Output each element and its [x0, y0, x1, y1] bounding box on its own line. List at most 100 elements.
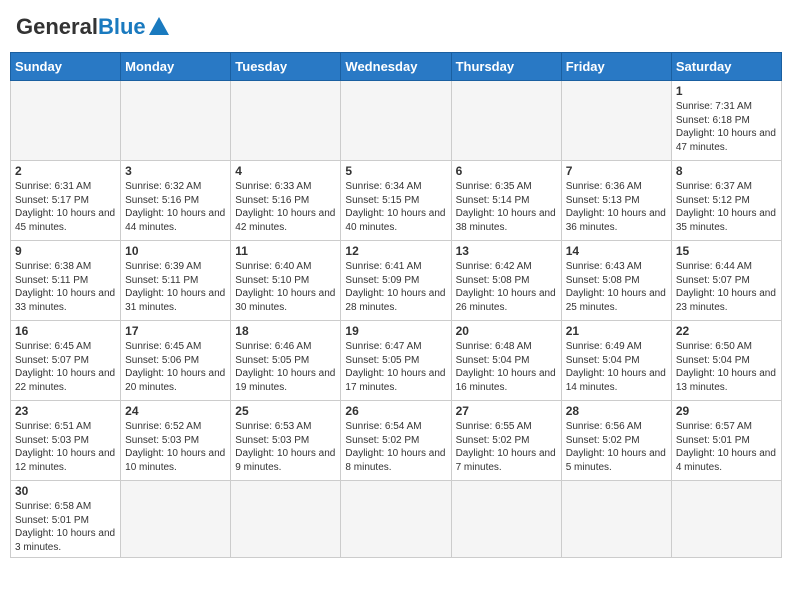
calendar-cell: 7 Sunrise: 6:36 AM Sunset: 5:13 PM Daylig…	[561, 161, 671, 241]
day-info: Sunrise: 6:57 AM Sunset: 5:01 PM Dayligh…	[676, 420, 777, 474]
calendar-cell: 28 Sunrise: 6:56 AM Sunset: 5:02 PM Dayli…	[561, 401, 671, 481]
calendar-cell: 26 Sunrise: 6:54 AM Sunset: 5:02 PM Dayli…	[341, 401, 451, 481]
day-info: Sunrise: 6:48 AM Sunset: 5:04 PM Dayligh…	[456, 340, 557, 394]
calendar-cell	[11, 81, 121, 161]
calendar-cell: 1 Sunrise: 7:31 AM Sunset: 6:18 PM Daylig…	[671, 81, 781, 161]
day-info: Sunrise: 6:58 AM Sunset: 5:01 PM Dayligh…	[15, 500, 116, 554]
day-number: 11	[235, 244, 336, 258]
day-info: Sunrise: 6:52 AM Sunset: 5:03 PM Dayligh…	[125, 420, 226, 474]
calendar-cell: 17Sunrise: 6:45 AM Sunset: 5:06 PM Dayli…	[121, 321, 231, 401]
day-info: Sunrise: 6:44 AM Sunset: 5:07 PM Dayligh…	[676, 260, 777, 314]
day-number: 25	[235, 404, 336, 418]
calendar-cell: 23 Sunrise: 6:51 AM Sunset: 5:03 PM Dayli…	[11, 401, 121, 481]
calendar-week-row: 9Sunrise: 6:38 AM Sunset: 5:11 PM Daylig…	[11, 241, 782, 321]
calendar-cell: 27Sunrise: 6:55 AM Sunset: 5:02 PM Dayli…	[451, 401, 561, 481]
day-info: Sunrise: 6:45 AM Sunset: 5:06 PM Dayligh…	[125, 340, 226, 394]
calendar-cell: 25 Sunrise: 6:53 AM Sunset: 5:03 PM Dayli…	[231, 401, 341, 481]
day-number: 29	[676, 404, 777, 418]
calendar-cell: 11Sunrise: 6:40 AM Sunset: 5:10 PM Dayli…	[231, 241, 341, 321]
day-info: Sunrise: 6:31 AM Sunset: 5:17 PM Dayligh…	[15, 180, 116, 234]
calendar-week-row: 1 Sunrise: 7:31 AM Sunset: 6:18 PM Daylig…	[11, 81, 782, 161]
day-number: 20	[456, 324, 557, 338]
calendar-cell	[231, 481, 341, 558]
calendar-week-row: 23 Sunrise: 6:51 AM Sunset: 5:03 PM Dayli…	[11, 401, 782, 481]
calendar-header-thursday: Thursday	[451, 53, 561, 81]
calendar-cell	[561, 81, 671, 161]
day-info: Sunrise: 6:45 AM Sunset: 5:07 PM Dayligh…	[15, 340, 116, 394]
calendar-cell: 12 Sunrise: 6:41 AM Sunset: 5:09 PM Dayli…	[341, 241, 451, 321]
day-number: 30	[15, 484, 116, 498]
day-info: Sunrise: 6:39 AM Sunset: 5:11 PM Dayligh…	[125, 260, 226, 314]
day-info: Sunrise: 7:31 AM Sunset: 6:18 PM Dayligh…	[676, 100, 777, 154]
logo-triangle-icon	[149, 17, 169, 35]
day-number: 13	[456, 244, 557, 258]
day-info: Sunrise: 6:53 AM Sunset: 5:03 PM Dayligh…	[235, 420, 336, 474]
day-number: 26	[345, 404, 446, 418]
calendar-cell	[671, 481, 781, 558]
day-number: 8	[676, 164, 777, 178]
calendar-cell: 24 Sunrise: 6:52 AM Sunset: 5:03 PM Dayli…	[121, 401, 231, 481]
calendar-header-saturday: Saturday	[671, 53, 781, 81]
calendar-week-row: 16Sunrise: 6:45 AM Sunset: 5:07 PM Dayli…	[11, 321, 782, 401]
day-info: Sunrise: 6:47 AM Sunset: 5:05 PM Dayligh…	[345, 340, 446, 394]
day-number: 3	[125, 164, 226, 178]
day-number: 24	[125, 404, 226, 418]
calendar-cell: 6Sunrise: 6:35 AM Sunset: 5:14 PM Daylig…	[451, 161, 561, 241]
calendar-cell: 8 Sunrise: 6:37 AM Sunset: 5:12 PM Daylig…	[671, 161, 781, 241]
calendar-cell: 21Sunrise: 6:49 AM Sunset: 5:04 PM Dayli…	[561, 321, 671, 401]
calendar-cell: 29 Sunrise: 6:57 AM Sunset: 5:01 PM Dayli…	[671, 401, 781, 481]
day-info: Sunrise: 6:32 AM Sunset: 5:16 PM Dayligh…	[125, 180, 226, 234]
calendar-header-monday: Monday	[121, 53, 231, 81]
day-number: 14	[566, 244, 667, 258]
logo-general-text: General	[16, 14, 98, 40]
calendar-cell	[451, 481, 561, 558]
calendar-header-sunday: Sunday	[11, 53, 121, 81]
day-info: Sunrise: 6:49 AM Sunset: 5:04 PM Dayligh…	[566, 340, 667, 394]
calendar-header-wednesday: Wednesday	[341, 53, 451, 81]
day-info: Sunrise: 6:50 AM Sunset: 5:04 PM Dayligh…	[676, 340, 777, 394]
day-number: 4	[235, 164, 336, 178]
logo: General Blue	[16, 14, 169, 40]
day-number: 12	[345, 244, 446, 258]
calendar-cell: 22 Sunrise: 6:50 AM Sunset: 5:04 PM Dayli…	[671, 321, 781, 401]
day-info: Sunrise: 6:37 AM Sunset: 5:12 PM Dayligh…	[676, 180, 777, 234]
day-number: 23	[15, 404, 116, 418]
day-number: 1	[676, 84, 777, 98]
day-number: 7	[566, 164, 667, 178]
day-info: Sunrise: 6:41 AM Sunset: 5:09 PM Dayligh…	[345, 260, 446, 314]
day-info: Sunrise: 6:55 AM Sunset: 5:02 PM Dayligh…	[456, 420, 557, 474]
day-number: 18	[235, 324, 336, 338]
day-info: Sunrise: 6:43 AM Sunset: 5:08 PM Dayligh…	[566, 260, 667, 314]
calendar-cell: 9Sunrise: 6:38 AM Sunset: 5:11 PM Daylig…	[11, 241, 121, 321]
calendar-cell: 14 Sunrise: 6:43 AM Sunset: 5:08 PM Dayli…	[561, 241, 671, 321]
day-number: 28	[566, 404, 667, 418]
day-info: Sunrise: 6:56 AM Sunset: 5:02 PM Dayligh…	[566, 420, 667, 474]
day-number: 22	[676, 324, 777, 338]
calendar-cell: 20 Sunrise: 6:48 AM Sunset: 5:04 PM Dayli…	[451, 321, 561, 401]
calendar-cell	[561, 481, 671, 558]
calendar-header-tuesday: Tuesday	[231, 53, 341, 81]
calendar-cell	[121, 81, 231, 161]
calendar-cell	[341, 481, 451, 558]
calendar-header-friday: Friday	[561, 53, 671, 81]
day-number: 19	[345, 324, 446, 338]
calendar-cell: 13Sunrise: 6:42 AM Sunset: 5:08 PM Dayli…	[451, 241, 561, 321]
calendar-cell: 2Sunrise: 6:31 AM Sunset: 5:17 PM Daylig…	[11, 161, 121, 241]
calendar-table: SundayMondayTuesdayWednesdayThursdayFrid…	[10, 52, 782, 558]
day-number: 6	[456, 164, 557, 178]
day-info: Sunrise: 6:36 AM Sunset: 5:13 PM Dayligh…	[566, 180, 667, 234]
day-info: Sunrise: 6:51 AM Sunset: 5:03 PM Dayligh…	[15, 420, 116, 474]
calendar-cell: 16Sunrise: 6:45 AM Sunset: 5:07 PM Dayli…	[11, 321, 121, 401]
calendar-cell: 10Sunrise: 6:39 AM Sunset: 5:11 PM Dayli…	[121, 241, 231, 321]
day-info: Sunrise: 6:54 AM Sunset: 5:02 PM Dayligh…	[345, 420, 446, 474]
calendar-cell: 3 Sunrise: 6:32 AM Sunset: 5:16 PM Daylig…	[121, 161, 231, 241]
day-info: Sunrise: 6:46 AM Sunset: 5:05 PM Dayligh…	[235, 340, 336, 394]
page-header: General Blue	[10, 10, 782, 44]
calendar-week-row: 2Sunrise: 6:31 AM Sunset: 5:17 PM Daylig…	[11, 161, 782, 241]
logo-blue-text: Blue	[98, 14, 146, 40]
calendar-cell	[231, 81, 341, 161]
day-info: Sunrise: 6:38 AM Sunset: 5:11 PM Dayligh…	[15, 260, 116, 314]
calendar-cell: 19 Sunrise: 6:47 AM Sunset: 5:05 PM Dayli…	[341, 321, 451, 401]
day-info: Sunrise: 6:34 AM Sunset: 5:15 PM Dayligh…	[345, 180, 446, 234]
calendar-cell: 30 Sunrise: 6:58 AM Sunset: 5:01 PM Dayli…	[11, 481, 121, 558]
